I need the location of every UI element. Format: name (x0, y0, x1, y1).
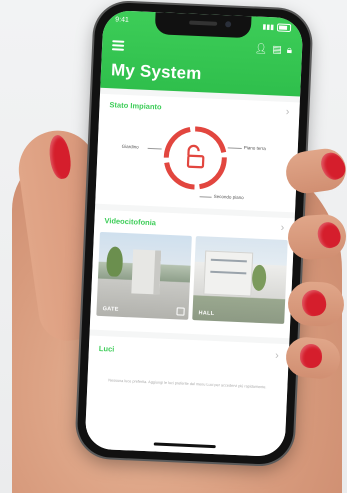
zone-label-second-floor: Secondo piano (213, 193, 244, 201)
alarm-status-card[interactable]: Stato Impianto › Giardino Piano terra Se… (95, 93, 300, 213)
zone-label-garden: Giardino (121, 143, 139, 150)
camera-hall-label: HALL (198, 310, 215, 317)
person-icon[interactable]: 👤︎ (254, 43, 267, 55)
lights-header[interactable]: Luci › (88, 338, 289, 367)
speaker (189, 20, 218, 26)
tree (106, 246, 124, 277)
notch (154, 12, 252, 39)
header-actions: 👤︎ ▤ 🔒︎ (254, 43, 292, 56)
lights-card[interactable]: Luci › Nessuna luce preferita. Aggiungi … (84, 335, 290, 458)
ring-segments (163, 126, 227, 190)
camera-gate-label: GATE (102, 306, 119, 313)
smartphone: 9:41 ▮▮▮ 👤︎ ▤ 🔒︎ My System Stato Impiant… (76, 1, 312, 466)
menu-icon[interactable] (111, 40, 125, 53)
main-content: Stato Impianto › Giardino Piano terra Se… (84, 88, 301, 458)
video-intercom-card[interactable]: Videocitofonia › GATE HALL (89, 209, 295, 339)
unlock-icon (186, 144, 205, 169)
camera-thumbnails: GATE HALL (96, 231, 288, 325)
zone-label-ground-floor: Piano terra (243, 145, 266, 152)
page-title: My System (110, 60, 203, 84)
building-block (131, 249, 162, 295)
alarm-status-header[interactable]: Stato Impianto › (99, 94, 300, 123)
alarm-ring[interactable] (158, 120, 233, 195)
phone-screen: 9:41 ▮▮▮ 👤︎ ▤ 🔒︎ My System Stato Impiant… (84, 9, 304, 458)
alarm-ring-graphic (163, 126, 227, 190)
alarm-status-title: Stato Impianto (109, 99, 162, 111)
video-intercom-title: Videocitofonia (104, 215, 157, 227)
status-icons: ▮▮▮ (262, 23, 292, 33)
camera-hall[interactable]: HALL (192, 236, 288, 325)
lights-empty-note: Nessuna luce preferita. Aggiungi le luci… (108, 378, 267, 390)
chevron-right-icon[interactable]: › (275, 350, 279, 362)
chevron-right-icon[interactable]: › (280, 222, 284, 234)
label-line-bottom (199, 196, 212, 198)
list-icon[interactable]: ▤ (272, 44, 282, 55)
lights-title: Luci (98, 343, 115, 354)
status-time: 9:41 (115, 16, 130, 24)
camera-gate-lock-icon[interactable] (176, 307, 185, 316)
signal-icon: ▮▮▮ (262, 23, 275, 32)
scene: 9:41 ▮▮▮ 👤︎ ▤ 🔒︎ My System Stato Impiant… (0, 0, 347, 493)
front-camera (225, 21, 232, 28)
chevron-right-icon[interactable]: › (285, 106, 289, 118)
camera-gate[interactable]: GATE (96, 231, 192, 320)
lock-icon[interactable]: 🔒︎ (287, 45, 293, 56)
label-line-left (147, 147, 162, 150)
battery-icon (276, 23, 292, 33)
finger-4-nail (300, 344, 322, 368)
shrub (251, 264, 267, 292)
